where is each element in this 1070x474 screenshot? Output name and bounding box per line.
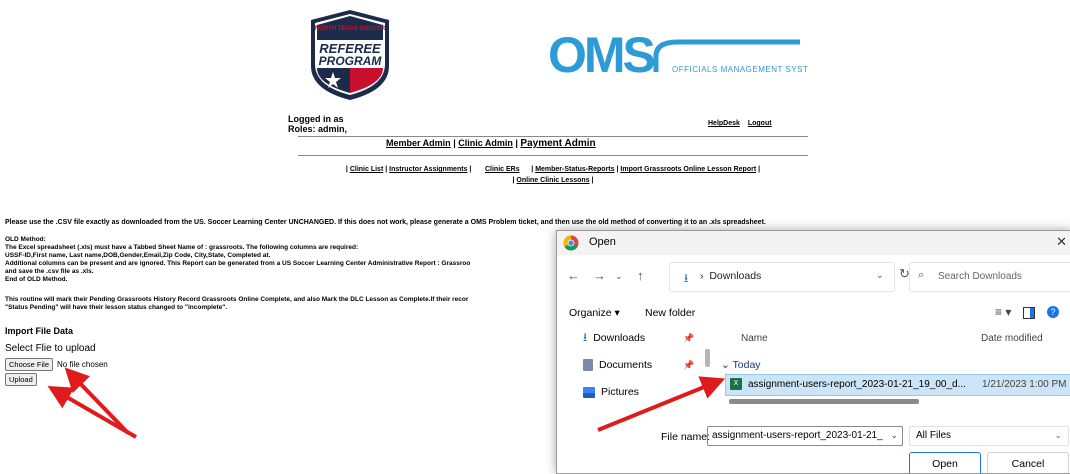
chrome-icon xyxy=(563,235,579,251)
oms-tagline: OFFICIALS MANAGEMENT SYSTEMS xyxy=(672,65,808,74)
chevron-down-icon[interactable]: ⌄ xyxy=(890,430,898,441)
address-bar[interactable]: ⭳ › Downloads ⌄ xyxy=(669,262,895,292)
member-admin-link[interactable]: Member Admin xyxy=(386,138,451,148)
import-heading: Import File Data xyxy=(5,326,74,336)
oms-logo: OMS OFFICIALS MANAGEMENT SYSTEMS xyxy=(548,28,808,76)
open-file-dialog: Open ✕ ← → ⌄ ↑ ⭳ › Downloads ⌄ ↻ ⌕ Searc… xyxy=(556,230,1070,474)
close-icon[interactable]: ✕ xyxy=(1056,234,1067,250)
logout-link[interactable]: Logout xyxy=(748,120,772,127)
horizontal-scrollbar[interactable] xyxy=(729,399,919,404)
scrollbar[interactable] xyxy=(705,349,710,367)
preview-pane-icon[interactable] xyxy=(1023,307,1035,319)
import-grassroots-link[interactable]: Import Grassroots Online Lesson Report xyxy=(620,166,756,173)
search-input[interactable]: ⌕ Search Downloads xyxy=(909,262,1070,292)
recent-chevron-icon[interactable]: ⌄ xyxy=(615,271,623,282)
old-method-text: OLD Method: The Excel spreadsheet (.xls)… xyxy=(5,236,555,284)
routine-text: This routine will mark their Pending Gra… xyxy=(5,296,555,312)
address-path: › Downloads xyxy=(700,270,762,282)
upload-button[interactable]: Upload xyxy=(5,373,37,386)
file-name-label: File name: xyxy=(661,431,711,443)
group-today[interactable]: ⌄ Today xyxy=(721,359,761,371)
old-method-line: OLD Method: xyxy=(5,236,46,243)
search-icon: ⌕ xyxy=(918,269,925,281)
nav-item-pictures[interactable]: Pictures xyxy=(583,382,639,402)
divider xyxy=(298,136,808,137)
view-options-icon[interactable]: ≡ ▾ xyxy=(995,305,1011,319)
chevron-down-icon: ⌄ xyxy=(1054,430,1062,440)
dialog-title-bar: Open ✕ xyxy=(557,231,1070,255)
member-status-reports-link[interactable]: Member-Status-Reports xyxy=(535,166,614,173)
clinic-list-link[interactable]: Clinic List xyxy=(350,166,383,173)
column-date-modified[interactable]: Date modified xyxy=(981,333,1043,344)
nav-item-documents[interactable]: Documents 📌 xyxy=(583,355,694,375)
column-name[interactable]: Name xyxy=(741,333,768,344)
divider xyxy=(298,155,808,156)
old-method-line: USSF-ID,First name, Last name,DOB,Gender… xyxy=(5,252,271,259)
help-icon[interactable]: ? xyxy=(1047,306,1059,318)
admin-nav: Member Admin | Clinic Admin | Payment Ad… xyxy=(386,138,596,149)
nav-item-label: Downloads xyxy=(593,332,646,344)
document-icon xyxy=(583,359,593,371)
routine-line: "Status Pending" will have their lesson … xyxy=(5,304,228,311)
nav-item-label: Pictures xyxy=(601,386,639,398)
pin-icon[interactable]: 📌 xyxy=(683,360,694,371)
nav-item-label: Documents xyxy=(599,359,653,371)
helpdesk-link[interactable]: HelpDesk xyxy=(708,120,740,127)
forward-arrow-icon[interactable]: → xyxy=(593,268,606,283)
file-date: 1/21/2023 1:00 PM xyxy=(982,379,1067,390)
pictures-icon xyxy=(583,386,595,398)
dialog-toolbar: Organize ▾ New folder ≡ ▾ ? xyxy=(557,302,1070,324)
cancel-button[interactable]: Cancel xyxy=(987,452,1069,473)
open-button[interactable]: Open xyxy=(909,452,981,473)
select-file-label: Select Flie to upload xyxy=(5,343,96,354)
file-name-input[interactable]: assignment-users-report_2023-01-21_ ⌄ xyxy=(707,426,903,446)
no-file-chosen-label: No file chosen xyxy=(57,360,108,369)
old-method-line: and save the .csv file as .xls. xyxy=(5,268,94,275)
clinic-admin-link[interactable]: Clinic Admin xyxy=(458,138,513,148)
dialog-footer: File name: assignment-users-report_2023-… xyxy=(557,417,1070,473)
red-arrow-choose-file xyxy=(64,367,130,435)
login-info: Logged in as Roles: admin, xyxy=(288,114,347,134)
routine-line: This routine will mark their Pending Gra… xyxy=(5,296,469,303)
pin-icon[interactable]: 📌 xyxy=(683,333,694,344)
file-list: Name Date modified ⌄ Today X assignment-… xyxy=(715,328,1070,408)
logged-in-label: Logged in as xyxy=(288,114,344,124)
file-type-select[interactable]: All Files ⌄ xyxy=(909,426,1069,446)
oms-logo-letters: OMS xyxy=(548,28,655,76)
payment-admin-link[interactable]: Payment Admin xyxy=(520,138,595,149)
excel-file-icon: X xyxy=(730,378,742,390)
referee-logo-top: NORTH TEXAS SOCCER xyxy=(315,26,386,32)
file-name: assignment-users-report_2023-01-21_19_00… xyxy=(748,379,966,390)
old-method-line: Additional columns can be present and ar… xyxy=(5,260,471,267)
up-arrow-icon[interactable]: ↑ xyxy=(637,268,644,283)
address-bar-row: ← → ⌄ ↑ ⭳ › Downloads ⌄ ↻ ⌕ Search Downl… xyxy=(557,258,1070,294)
dialog-title: Open xyxy=(589,236,616,248)
choose-file-button[interactable]: Choose File xyxy=(5,358,54,371)
clinic-ers-link[interactable]: Clinic ERs xyxy=(485,166,520,173)
organize-menu[interactable]: Organize ▾ xyxy=(569,307,620,319)
chevron-down-icon[interactable]: ⌄ xyxy=(876,270,884,281)
old-method-line: End of OLD Method. xyxy=(5,276,68,283)
download-icon: ⭳ xyxy=(583,329,588,344)
search-placeholder: Search Downloads xyxy=(938,271,1022,282)
referee-logo-line2: PROGRAM xyxy=(319,54,383,68)
file-input-row: Choose File No file chosen xyxy=(5,358,108,371)
new-folder-button[interactable]: New folder xyxy=(645,307,695,319)
navigation-pane: ⭳ Downloads 📌 Documents 📌 Pictures xyxy=(557,328,707,404)
top-links: HelpDesk Logout xyxy=(702,120,772,127)
online-clinic-lessons-link[interactable]: Online Clinic Lessons xyxy=(516,177,589,184)
nav-item-downloads[interactable]: ⭳ Downloads 📌 xyxy=(583,328,694,348)
download-icon: ⭳ xyxy=(684,271,689,285)
back-arrow-icon[interactable]: ← xyxy=(567,268,580,283)
instructions-text: Please use the .CSV file exactly as down… xyxy=(5,219,766,226)
old-method-line: The Excel spreadsheet (.xls) must have a… xyxy=(5,244,359,251)
red-arrow-upload xyxy=(47,386,137,439)
instructor-assignments-link[interactable]: Instructor Assignments xyxy=(389,166,467,173)
roles-label: Roles: admin, xyxy=(288,124,348,134)
referee-program-logo: NORTH TEXAS SOCCER REFEREE PROGRAM xyxy=(311,10,389,100)
file-row[interactable]: X assignment-users-report_2023-01-21_19_… xyxy=(725,374,1070,396)
sub-nav: | Clinic List | Instructor Assignments |… xyxy=(345,166,761,184)
